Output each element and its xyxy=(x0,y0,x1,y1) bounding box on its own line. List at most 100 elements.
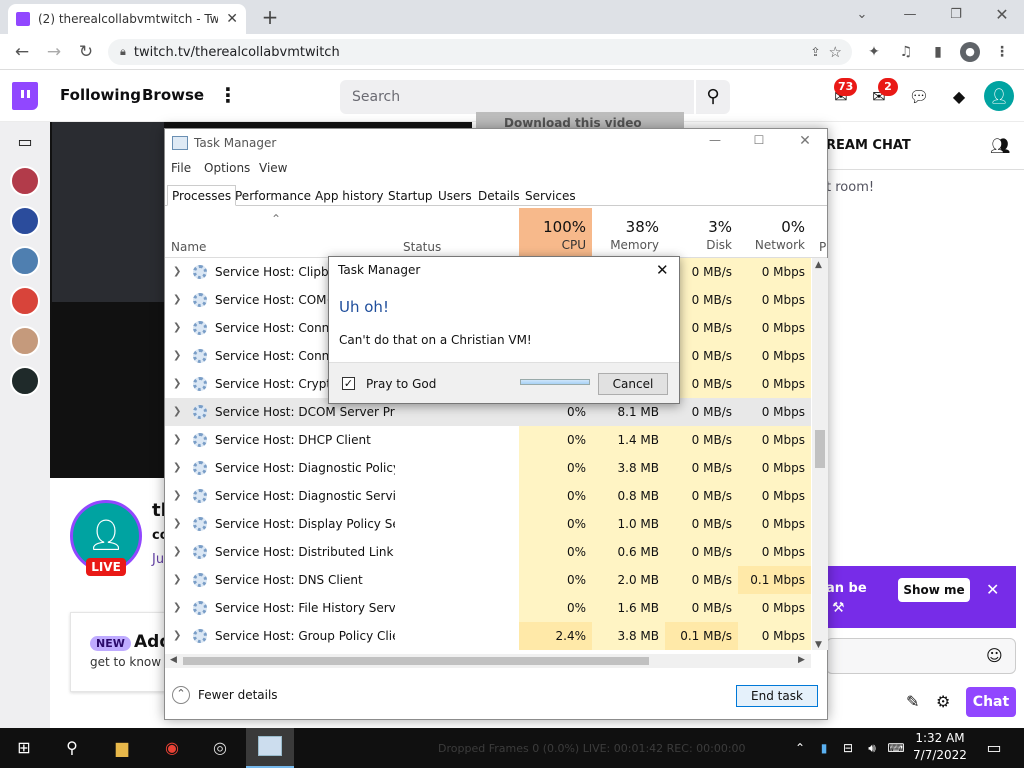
tab-services[interactable]: Services xyxy=(520,185,581,206)
tm-menu-file[interactable]: File xyxy=(171,161,191,175)
scroll-left-icon[interactable]: ◀ xyxy=(170,655,177,665)
col-status[interactable]: Status xyxy=(403,240,441,254)
expand-chevron-icon[interactable]: ❯ xyxy=(173,622,181,650)
expand-chevron-icon[interactable]: ❯ xyxy=(173,286,181,314)
close-window-button[interactable]: ✕ xyxy=(984,4,1020,26)
tab-search-icon[interactable]: ⌄ xyxy=(844,4,880,26)
tm-maximize-button[interactable]: ☐ xyxy=(744,133,774,147)
chat-users-icon[interactable]: 👥︎ xyxy=(990,136,1010,155)
language-icon[interactable]: ⌨ xyxy=(884,736,908,760)
expand-chevron-icon[interactable]: ❯ xyxy=(173,370,181,398)
expand-chevron-icon[interactable]: ❯ xyxy=(173,342,181,370)
expand-chevron-icon[interactable]: ❯ xyxy=(173,594,181,622)
fewer-details-link[interactable]: Fewer details xyxy=(198,688,278,702)
chrome-icon[interactable]: ◉ xyxy=(160,736,184,760)
bookmark-star-icon[interactable]: ☆ xyxy=(829,43,842,61)
sidebar-channel-avatar[interactable] xyxy=(10,286,40,316)
back-button[interactable]: ← xyxy=(10,40,34,64)
user-avatar[interactable]: 👤︎ xyxy=(984,81,1014,111)
sidebar-channel-avatar[interactable] xyxy=(10,326,40,356)
expand-chevron-icon[interactable]: ❯ xyxy=(173,454,181,482)
tm-menu-view[interactable]: View xyxy=(259,161,287,175)
side-panel-icon[interactable]: ▮ xyxy=(928,42,948,62)
bits-icon[interactable]: ✎ xyxy=(906,692,919,711)
expand-chevron-icon[interactable]: ❯ xyxy=(173,510,181,538)
search-input[interactable]: Search xyxy=(340,80,694,114)
forward-button[interactable]: → xyxy=(42,40,66,64)
tab-details[interactable]: Details xyxy=(473,185,525,206)
stream-category[interactable]: Ju xyxy=(152,552,164,567)
tab-app-history[interactable]: App history xyxy=(310,185,389,206)
file-explorer-icon[interactable]: ▆ xyxy=(110,736,134,760)
reload-button[interactable]: ↻ xyxy=(74,40,98,64)
process-row[interactable]: ❯ Service Host: Diagnostic Policy ... 0% 3.… xyxy=(165,454,811,482)
scroll-up-icon[interactable]: ▲ xyxy=(815,260,822,270)
nav-following-link[interactable]: Following xyxy=(60,86,141,104)
obs-icon[interactable]: ◎ xyxy=(208,736,232,760)
chat-send-button[interactable]: Chat xyxy=(966,687,1016,717)
promo-close-icon[interactable]: ✕ xyxy=(986,580,999,599)
process-row[interactable]: ❯ Service Host: File History Service 0% 1.6… xyxy=(165,594,811,622)
taskbar-clock[interactable]: 1:32 AM 7/7/2022 xyxy=(910,730,970,764)
expand-chevron-icon[interactable]: ❯ xyxy=(173,398,181,426)
tab-close-icon[interactable]: ✕ xyxy=(226,11,238,27)
restore-button[interactable]: ❐ xyxy=(938,4,974,26)
expand-chevron-icon[interactable]: ❯ xyxy=(173,566,181,594)
process-row[interactable]: ❯ Service Host: DNS Client 0% 2.0 MB 0 MB/s 0… xyxy=(165,566,811,594)
process-row[interactable]: ❯ Service Host: Display Policy Serv... 0% 1… xyxy=(165,510,811,538)
tm-close-button[interactable]: ✕ xyxy=(790,133,820,149)
pray-to-god-checkbox[interactable]: ✓ xyxy=(342,377,355,390)
tray-app-icon[interactable]: ▮ xyxy=(812,736,836,760)
expand-chevron-icon[interactable]: ❯ xyxy=(173,482,181,510)
more-options-icon[interactable]: ⋮ xyxy=(218,84,238,108)
sidebar-channel-avatar[interactable] xyxy=(10,166,40,196)
col-network[interactable]: 0% Network xyxy=(738,208,811,258)
show-me-button[interactable]: Show me xyxy=(898,578,970,602)
tab-startup[interactable]: Startup xyxy=(383,185,438,206)
media-control-icon[interactable]: ♫ xyxy=(896,42,916,62)
col-cpu[interactable]: 100% CPU xyxy=(519,208,592,258)
process-row[interactable]: ❯ Service Host: DHCP Client 0% 1.4 MB 0 MB/s… xyxy=(165,426,811,454)
col-disk[interactable]: 3% Disk xyxy=(665,208,738,258)
tm-horizontal-scroll-thumb[interactable] xyxy=(183,657,649,665)
minimize-button[interactable]: — xyxy=(892,4,928,26)
sidebar-channel-avatar[interactable] xyxy=(10,246,40,276)
process-row[interactable]: ❯ Service Host: Group Policy Client 2.4% 3.… xyxy=(165,622,811,650)
extensions-icon[interactable]: ✦ xyxy=(864,42,884,62)
expand-chevron-icon[interactable]: ❯ xyxy=(173,426,181,454)
tm-minimize-button[interactable]: — xyxy=(700,133,730,147)
expand-chevron-icon[interactable]: ❯ xyxy=(173,258,181,286)
taskbar-task-manager-item[interactable] xyxy=(246,728,294,768)
volume-icon[interactable]: 🔊︎ xyxy=(860,736,884,760)
dialog-close-button[interactable]: ✕ xyxy=(656,261,669,279)
tab-performance[interactable]: Performance xyxy=(230,185,316,206)
chrome-menu-icon[interactable]: ⋮ xyxy=(992,42,1012,62)
tab-users[interactable]: Users xyxy=(433,185,477,206)
search-button[interactable]: ⚲ xyxy=(696,80,730,114)
address-bar[interactable]: 🔒︎ twitch.tv/therealcollabvmtwitch ⇪ ☆ xyxy=(108,39,852,65)
tm-menu-options[interactable]: Options xyxy=(204,161,250,175)
profile-icon[interactable]: ● xyxy=(960,42,980,62)
col-power[interactable]: P xyxy=(819,240,826,254)
share-icon[interactable]: ⇪ xyxy=(810,45,820,59)
scroll-down-icon[interactable]: ▼ xyxy=(815,640,822,650)
taskbar-search-icon[interactable]: ⚲ xyxy=(60,736,84,760)
sidebar-channel-avatar[interactable] xyxy=(10,206,40,236)
prime-crown-icon[interactable]: ◆ xyxy=(948,86,970,108)
fewer-details-chevron-icon[interactable]: ⌃ xyxy=(172,686,190,704)
tm-vertical-scroll-thumb[interactable] xyxy=(815,430,825,468)
col-name[interactable]: Name xyxy=(171,240,206,254)
windows-start-icon[interactable]: ⊞ xyxy=(12,736,36,760)
end-task-button[interactable]: End task xyxy=(736,685,818,707)
new-tab-button[interactable]: + xyxy=(258,6,282,30)
action-center-icon[interactable]: ▭ xyxy=(982,736,1006,760)
col-memory[interactable]: 38% Memory xyxy=(592,208,665,258)
emote-picker-icon[interactable]: ☺ xyxy=(986,646,1003,665)
dialog-cancel-button[interactable]: Cancel xyxy=(598,373,668,395)
whispers-icon[interactable]: 💬︎ xyxy=(908,86,930,108)
pray-to-god-label[interactable]: Pray to God xyxy=(366,377,436,391)
sidebar-channel-avatar[interactable] xyxy=(10,366,40,396)
nav-browse-link[interactable]: Browse xyxy=(142,86,204,104)
twitch-logo-icon[interactable] xyxy=(12,82,38,110)
process-row[interactable]: ❯ Service Host: Diagnostic Service... 0% 0.… xyxy=(165,482,811,510)
